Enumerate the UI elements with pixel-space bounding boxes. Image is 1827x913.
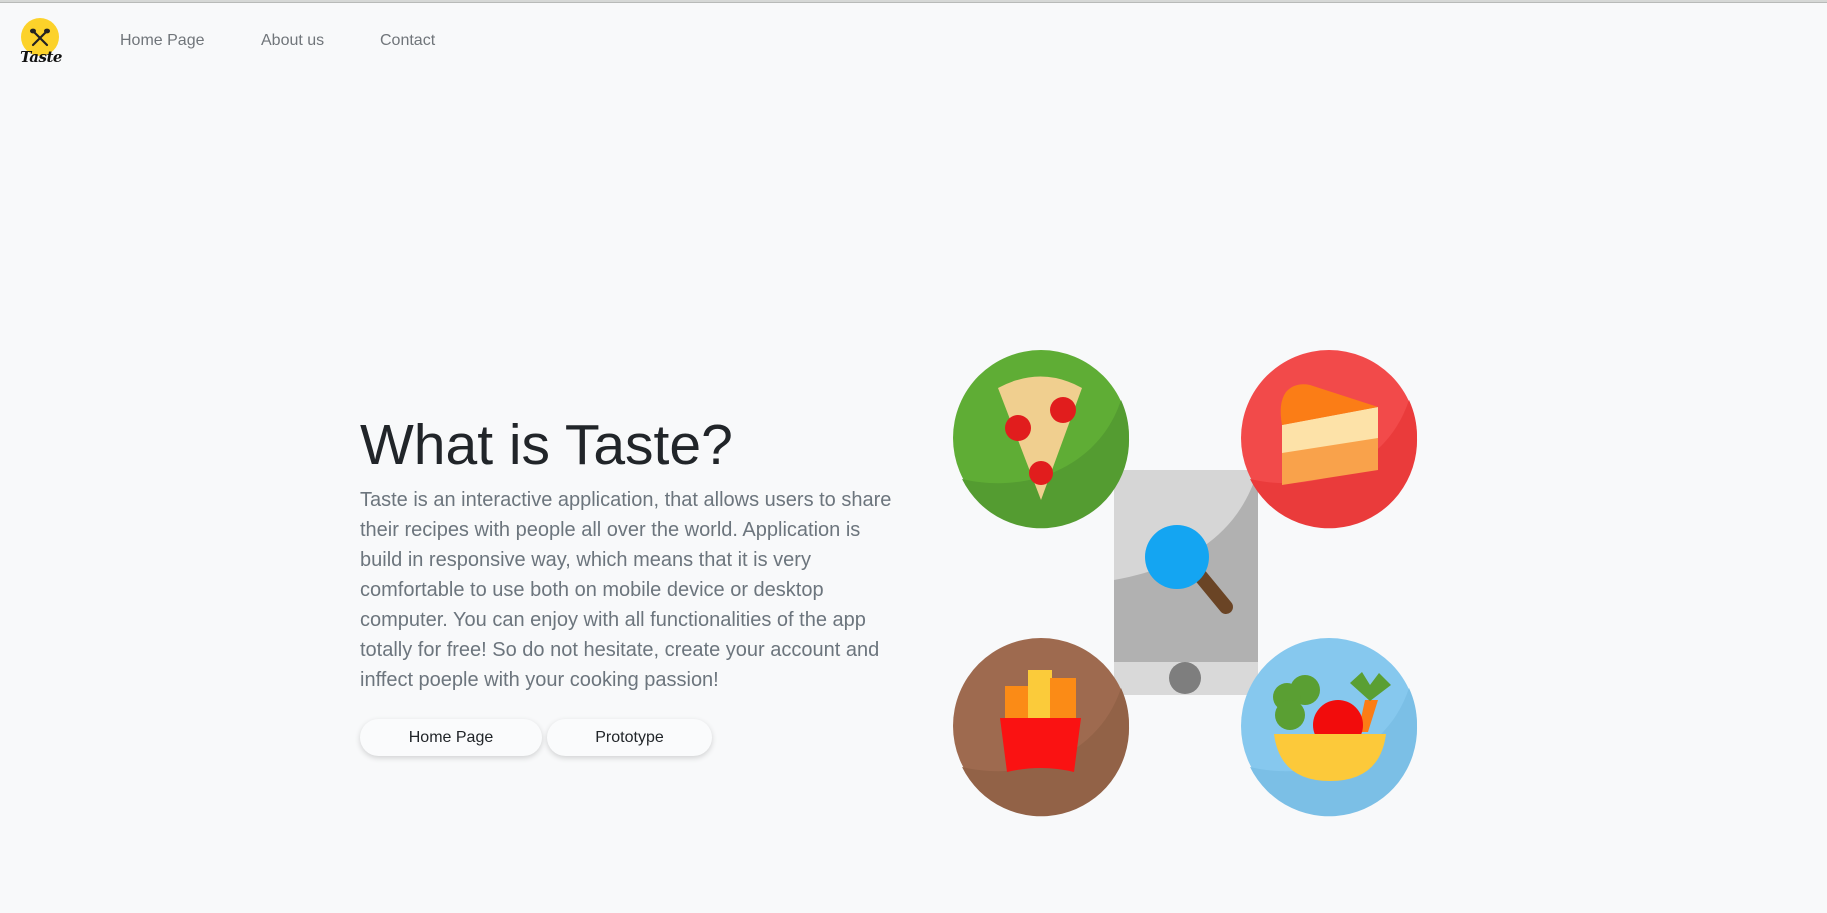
phone-search-icon: [1114, 470, 1258, 695]
prototype-button[interactable]: Prototype: [547, 719, 712, 756]
pizza-icon: [953, 350, 1130, 529]
navbar: Taste Home Page About us Contact: [0, 3, 1827, 77]
nav-contact[interactable]: Contact: [380, 32, 435, 50]
taste-logo[interactable]: Taste: [17, 18, 65, 70]
fries-icon: [953, 638, 1130, 817]
food-search-illustration: [953, 350, 1418, 817]
salad-icon: [1241, 638, 1418, 817]
nav-about-us[interactable]: About us: [261, 32, 324, 50]
hero-description: Taste is an interactive application, tha…: [360, 489, 892, 691]
cake-icon: [1241, 350, 1418, 529]
hero-title: What is Taste?: [360, 413, 733, 477]
nav-home-page[interactable]: Home Page: [120, 32, 205, 50]
logo-text: Taste: [20, 48, 62, 66]
home-page-button[interactable]: Home Page: [360, 719, 542, 756]
